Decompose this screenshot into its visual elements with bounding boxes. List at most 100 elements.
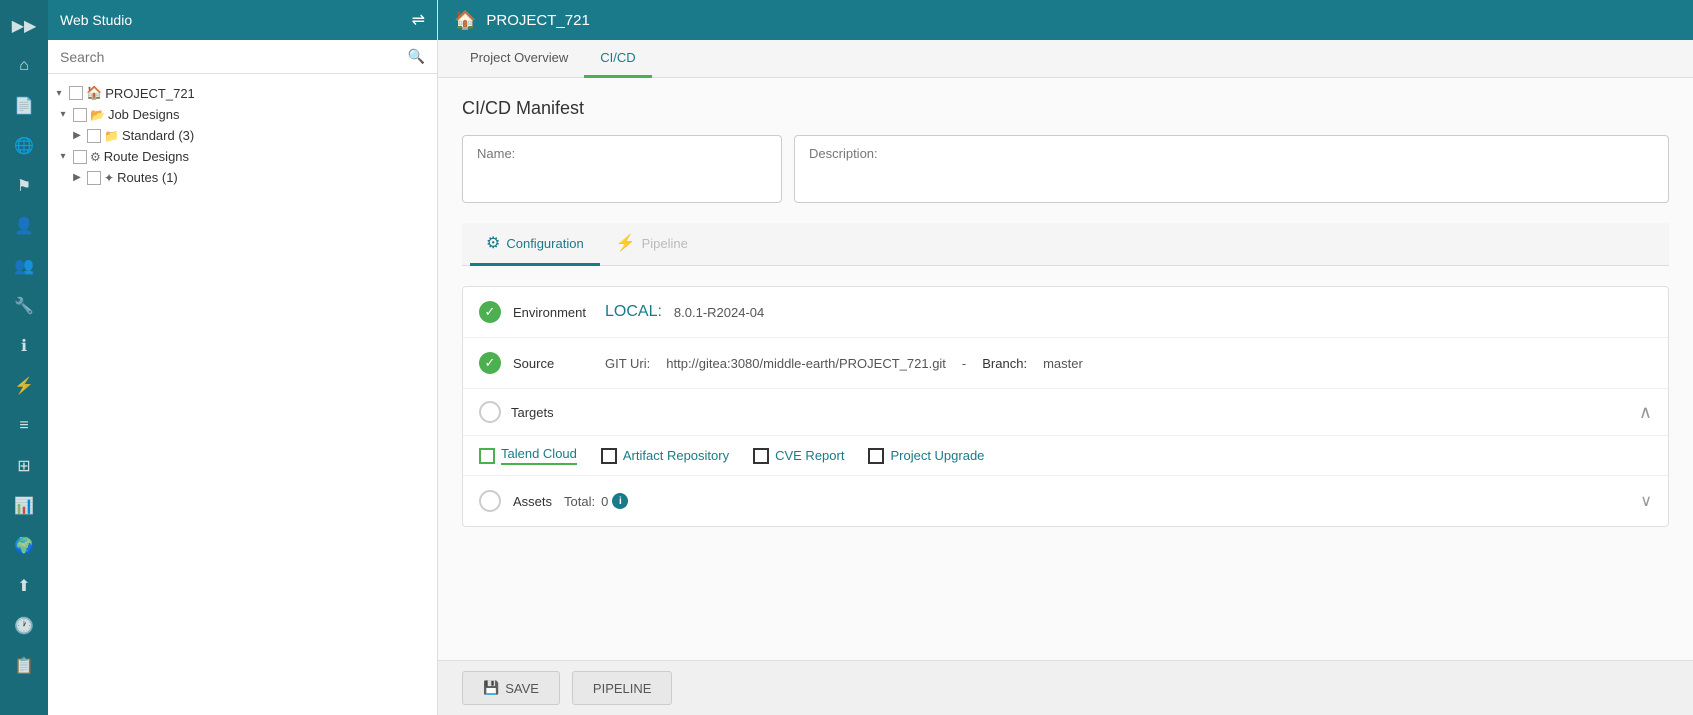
nav-home-icon[interactable]: ⌂ [6,48,42,84]
sidebar-pin-icon[interactable]: ⇌ [412,10,425,30]
git-uri-label: GIT Uri: [605,356,650,371]
description-field[interactable]: Description: [794,135,1669,203]
assets-total-value: 0 [601,494,608,509]
targets-collapse-icon[interactable]: ∧ [1639,402,1652,423]
tree-label-job-designs: Job Designs [108,107,180,122]
tree-checkbox-route-designs[interactable] [73,150,87,164]
config-card: ✓ Environment LOCAL: 8.0.1-R2024-04 ✓ So… [462,286,1669,527]
tree-toggle-route-designs[interactable]: ▾ [56,151,70,162]
target-label-upgrade: Project Upgrade [890,448,984,463]
nav-clipboard-icon[interactable]: 📋 [6,648,42,684]
branch-value: master [1043,356,1083,371]
save-button[interactable]: 💾 SAVE [462,671,560,705]
tab-cicd[interactable]: CI/CD [584,40,651,78]
assets-info-badge[interactable]: i [612,493,628,509]
nav-chart-icon[interactable]: 📊 [6,488,42,524]
nav-info-icon[interactable]: ℹ [6,328,42,364]
description-label: Description: [809,146,878,161]
tree-label-standard: Standard (3) [122,128,194,143]
target-tabs: Talend Cloud Artifact Repository CVE Rep… [463,436,1668,476]
nav-person-icon[interactable]: 👤 [6,208,42,244]
environment-label: Environment [513,305,593,320]
tree-toggle-routes[interactable]: ▶ [70,172,84,183]
assets-expand-icon[interactable]: ∨ [1640,491,1652,511]
tree-icon-standard: 📁 [104,129,119,143]
source-row: ✓ Source GIT Uri: http://gitea:3080/midd… [463,338,1668,389]
source-status-icon: ✓ [479,352,501,374]
search-input[interactable] [60,49,400,65]
configuration-icon: ⚙ [486,233,500,253]
target-talend-cloud[interactable]: Talend Cloud [479,446,577,465]
tree-label-route-designs: Route Designs [104,149,189,164]
sub-tabs: ⚙ Configuration ⚡ Pipeline [462,223,1669,266]
tree-checkbox-project[interactable] [69,86,83,100]
pipeline-label: Pipeline [642,236,688,251]
environment-version: 8.0.1-R2024-04 [674,305,764,320]
target-checkbox-artifact[interactable] [601,448,617,464]
target-project-upgrade[interactable]: Project Upgrade [868,446,984,465]
footer-bar: 💾 SAVE PIPELINE [438,660,1693,715]
name-desc-row: Name: Description: [462,135,1669,203]
nav-group-icon[interactable]: 👥 [6,248,42,284]
main-tabs: Project Overview CI/CD [438,40,1693,78]
assets-total: Total: 0 i [564,493,628,509]
tree-label-project: PROJECT_721 [105,86,195,101]
tree-checkbox-routes[interactable] [87,171,101,185]
target-checkbox-cve[interactable] [753,448,769,464]
environment-name[interactable]: LOCAL: [605,303,662,321]
tree-item-job-designs[interactable]: ▾ 📂 Job Designs [48,104,437,125]
sidebar-header-actions: ⇌ [412,10,425,30]
pipeline-icon: ⚡ [616,233,636,253]
nav-list-icon[interactable]: ≡ [6,408,42,444]
target-cve-report[interactable]: CVE Report [753,446,844,465]
branch-label: Branch: [982,356,1027,371]
pipeline-button[interactable]: PIPELINE [572,671,673,705]
environment-row: ✓ Environment LOCAL: 8.0.1-R2024-04 [463,287,1668,338]
sidebar-header: Web Studio ⇌ [48,0,437,40]
tree-item-routes[interactable]: ▶ ✦ Routes (1) [48,167,437,188]
sidebar-title: Web Studio [60,12,132,28]
tree-toggle-job-designs[interactable]: ▾ [56,109,70,120]
content-area: CI/CD Manifest Name: Description: ⚙ Conf… [438,78,1693,660]
tree-icon-project: 🏠 [86,85,102,101]
tree-toggle-project[interactable]: ▾ [52,88,66,99]
sub-tab-pipeline[interactable]: ⚡ Pipeline [600,223,704,266]
git-uri: http://gitea:3080/middle-earth/PROJECT_7… [666,356,946,371]
separator: - [962,356,966,371]
nav-globe2-icon[interactable]: 🌍 [6,528,42,564]
icon-bar: ▶▶ ⌂ 📄 🌐 ⚑ 👤 👥 🔧 ℹ ⚡ ≡ ⊞ 📊 🌍 ⬆ 🕐 📋 [0,0,48,715]
target-checkbox-upgrade[interactable] [868,448,884,464]
name-label: Name: [477,146,515,161]
tree-icon-route-designs: ⚙ [90,150,101,164]
nav-globe-icon[interactable]: 🌐 [6,128,42,164]
nav-grid-icon[interactable]: ⊞ [6,448,42,484]
tree-item-route-designs[interactable]: ▾ ⚙ Route Designs [48,146,437,167]
targets-status-icon [479,401,501,423]
tree-item-project[interactable]: ▾ 🏠 PROJECT_721 [48,82,437,104]
target-checkbox-talend[interactable] [479,448,495,464]
tree-item-standard[interactable]: ▶ 📁 Standard (3) [48,125,437,146]
search-icon: 🔍 [408,48,425,65]
save-icon: 💾 [483,680,499,696]
nav-docs-icon[interactable]: 📄 [6,88,42,124]
nav-tools-icon[interactable]: 🔧 [6,288,42,324]
target-label-talend: Talend Cloud [501,446,577,465]
tab-project-overview[interactable]: Project Overview [454,40,584,78]
nav-upload-icon[interactable]: ⬆ [6,568,42,604]
nav-lightning-icon[interactable]: ⚡ [6,368,42,404]
target-selected-indicator [481,450,493,462]
assets-total-label: Total: [564,494,595,509]
tree-checkbox-standard[interactable] [87,129,101,143]
assets-label: Assets [513,494,552,509]
tree-container: ▾ 🏠 PROJECT_721 ▾ 📂 Job Designs ▶ 📁 Stan… [48,74,437,715]
nav-flag-icon[interactable]: ⚑ [6,168,42,204]
tree-checkbox-job-designs[interactable] [73,108,87,122]
nav-clock-icon[interactable]: 🕐 [6,608,42,644]
sub-tab-configuration[interactable]: ⚙ Configuration [470,223,600,266]
nav-expand-icon[interactable]: ▶▶ [6,8,42,44]
save-label: SAVE [505,681,539,696]
name-field[interactable]: Name: [462,135,782,203]
tree-icon-job-designs: 📂 [90,108,105,122]
target-artifact-repo[interactable]: Artifact Repository [601,446,729,465]
tree-toggle-standard[interactable]: ▶ [70,130,84,141]
